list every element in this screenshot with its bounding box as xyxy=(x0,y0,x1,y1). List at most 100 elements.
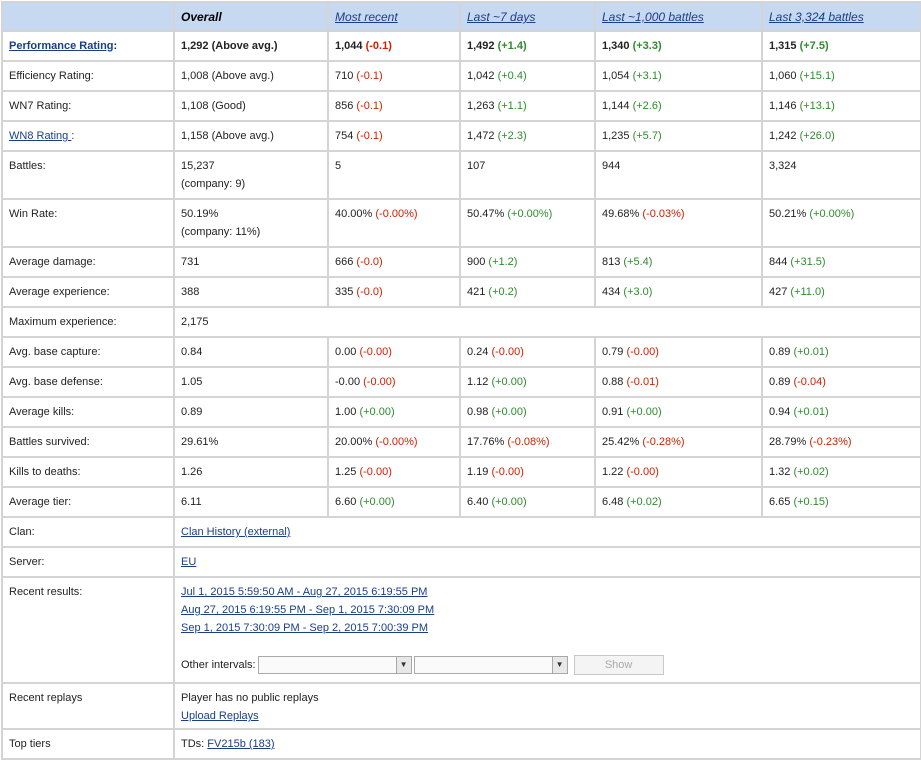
delta: (+0.2) xyxy=(488,286,518,298)
last-all-cell: 1,315 (+7.5) xyxy=(761,30,921,62)
value: 335 xyxy=(335,286,357,298)
overall-value: 1.05 xyxy=(173,366,329,398)
label-colon: : xyxy=(113,40,118,52)
upload-replays-link[interactable]: Upload Replays xyxy=(181,710,259,722)
interval-link[interactable]: Jul 1, 2015 5:59:50 AM - Aug 27, 2015 6:… xyxy=(181,586,427,598)
header-last-1000[interactable]: Last ~1,000 battles xyxy=(594,1,763,32)
show-button[interactable]: Show xyxy=(573,655,664,675)
last-7-days-cell: 107 xyxy=(459,150,596,200)
clan-history-link[interactable]: Clan History (external) xyxy=(181,526,290,538)
row-label[interactable]: WN8 Rating : xyxy=(1,120,175,152)
delta: (+2.6) xyxy=(632,100,662,112)
delta: (+0.15) xyxy=(793,496,829,508)
value: 0.89 xyxy=(769,376,794,388)
server-cell[interactable]: EU xyxy=(173,546,921,578)
last-7-days-cell: 1,492 (+1.4) xyxy=(459,30,596,62)
last-all-cell: 1.32 (+0.02) xyxy=(761,456,921,488)
interval-from-select[interactable]: ▼ xyxy=(257,656,412,674)
average-kills-row: Average kills: 0.89 1.00 (+0.00) 0.98 (+… xyxy=(1,396,921,428)
most-recent-link[interactable]: Most recent xyxy=(335,10,398,24)
row-label: Efficiency Rating: xyxy=(1,60,175,92)
other-intervals-label: Other intervals: xyxy=(181,659,256,671)
last-7-days-cell: 50.47% (+0.00%) xyxy=(459,198,596,248)
delta: (+0.01) xyxy=(793,406,829,418)
interval-link[interactable]: Sep 1, 2015 7:30:09 PM - Sep 2, 2015 7:0… xyxy=(181,622,428,634)
performance-rating-link[interactable]: Performance Rating xyxy=(9,40,114,52)
value: 0.89 xyxy=(769,346,794,358)
server-link[interactable]: EU xyxy=(181,556,196,568)
overall-value: 1,008 (Above avg.) xyxy=(173,60,329,92)
chevron-down-icon[interactable]: ▼ xyxy=(551,657,567,673)
interval-link-3[interactable]: Sep 1, 2015 7:30:09 PM - Sep 2, 2015 7:0… xyxy=(181,619,914,637)
row-label: Server: xyxy=(1,546,175,578)
delta: (-0.0) xyxy=(356,256,383,268)
value: 1,144 xyxy=(602,100,633,112)
value: 28.79% xyxy=(769,436,810,448)
row-label: Recent results: xyxy=(1,576,175,684)
last-7-days-cell: 0.98 (+0.00) xyxy=(459,396,596,428)
tank-link[interactable]: FV215b (183) xyxy=(207,738,274,750)
wn8-rating-link[interactable]: WN8 Rating xyxy=(9,130,71,142)
overall-value: 731 xyxy=(173,246,329,278)
last-all-cell: 844 (+31.5) xyxy=(761,246,921,278)
last-7-days-link[interactable]: Last ~7 days xyxy=(467,10,535,24)
value: 1.00 xyxy=(335,406,360,418)
last-1000-cell: 6.48 (+0.02) xyxy=(594,486,763,518)
clan-row: Clan: Clan History (external) xyxy=(1,516,921,548)
last-7-days-cell: 0.24 (-0.00) xyxy=(459,336,596,368)
row-label: Average experience: xyxy=(1,276,175,308)
chevron-down-icon[interactable]: ▼ xyxy=(395,657,411,673)
delta: (+0.01) xyxy=(793,346,829,358)
last-all-battles-link[interactable]: Last 3,324 battles xyxy=(769,10,864,24)
row-label: Avg. base capture: xyxy=(1,336,175,368)
maximum-experience-row: Maximum experience: 2,175 xyxy=(1,306,921,338)
value: 0.98 xyxy=(467,406,492,418)
row-label: Average kills: xyxy=(1,396,175,428)
value: 1,235 xyxy=(602,130,633,142)
battles-survived-row: Battles survived: 29.61% 20.00% (-0.00%)… xyxy=(1,426,921,458)
delta: (+13.1) xyxy=(799,100,835,112)
delta: (-0.00) xyxy=(491,346,524,358)
value: 900 xyxy=(467,256,489,268)
row-label[interactable]: Performance Rating: xyxy=(1,30,175,62)
interval-link-1[interactable]: Jul 1, 2015 5:59:50 AM - Aug 27, 2015 6:… xyxy=(181,583,914,601)
upload-replays[interactable]: Upload Replays xyxy=(181,707,914,725)
last-1000-battles-link[interactable]: Last ~1,000 battles xyxy=(602,10,704,24)
row-label: Average tier: xyxy=(1,486,175,518)
most-recent-cell: 1,044 (-0.1) xyxy=(327,30,461,62)
value: 1,054 xyxy=(602,70,633,82)
overall-value: 1,292 (Above avg.) xyxy=(173,30,329,62)
delta: (-0.23%) xyxy=(809,436,852,448)
recent-replays-cell: Player has no public replays Upload Repl… xyxy=(173,682,921,730)
value: 0.24 xyxy=(467,346,492,358)
header-last-7-days[interactable]: Last ~7 days xyxy=(459,1,596,32)
value: -0.00 xyxy=(335,376,364,388)
clan-cell[interactable]: Clan History (external) xyxy=(173,516,921,548)
delta: (+0.00) xyxy=(359,496,395,508)
interval-link[interactable]: Aug 27, 2015 6:19:55 PM - Sep 1, 2015 7:… xyxy=(181,604,434,616)
value: 6.40 xyxy=(467,496,492,508)
average-tier-row: Average tier: 6.11 6.60 (+0.00) 6.40 (+0… xyxy=(1,486,921,518)
delta: (-0.00%) xyxy=(375,436,418,448)
delta: (-0.1) xyxy=(356,100,383,112)
interval-to-select[interactable]: ▼ xyxy=(413,656,568,674)
value: 49.68% xyxy=(602,208,643,220)
value: 427 xyxy=(769,286,791,298)
base-defense-row: Avg. base defense: 1.05 -0.00 (-0.00) 1.… xyxy=(1,366,921,398)
recent-replays-row: Recent replays Player has no public repl… xyxy=(1,682,921,730)
most-recent-cell: 5 xyxy=(327,150,461,200)
value: 25.42% xyxy=(602,436,643,448)
interval-link-2[interactable]: Aug 27, 2015 6:19:55 PM - Sep 1, 2015 7:… xyxy=(181,601,914,619)
delta: (+0.00) xyxy=(626,406,662,418)
row-label: Top tiers xyxy=(1,728,175,760)
last-1000-cell: 25.42% (-0.28%) xyxy=(594,426,763,458)
last-1000-cell: 49.68% (-0.03%) xyxy=(594,198,763,248)
value: 1,492 xyxy=(467,40,498,52)
header-last-all[interactable]: Last 3,324 battles xyxy=(761,1,921,32)
header-most-recent[interactable]: Most recent xyxy=(327,1,461,32)
value: 1.19 xyxy=(467,466,492,478)
value: 1.12 xyxy=(467,376,492,388)
delta: (+2.3) xyxy=(497,130,527,142)
last-1000-cell: 1,054 (+3.1) xyxy=(594,60,763,92)
most-recent-cell: 0.00 (-0.00) xyxy=(327,336,461,368)
